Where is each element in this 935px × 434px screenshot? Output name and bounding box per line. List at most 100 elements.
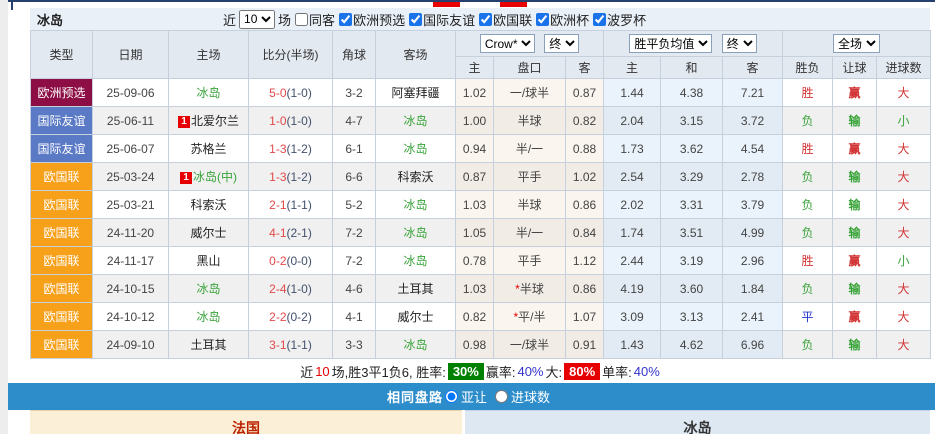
handicap-company-select[interactable]: Crow* [479, 34, 535, 53]
cell-handicap-line: 平手 [493, 162, 566, 191]
away-team-name[interactable]: 冰岛 [403, 254, 427, 268]
cell-score: 2-4(1-0) [248, 274, 333, 303]
cell-corners: 6-6 [332, 162, 376, 191]
away-team-name[interactable]: 冰岛 [403, 114, 427, 128]
filter-baltic-cup-checkbox[interactable] [593, 12, 607, 26]
cell-handicap-line: *半球 [493, 274, 566, 303]
away-team-name[interactable]: 冰岛 [403, 226, 427, 240]
filter-nations-league-checkbox[interactable] [479, 12, 493, 26]
match-scope-select[interactable]: 全场 [833, 34, 881, 53]
cell-home-team: 冰岛 [168, 78, 249, 107]
home-team-name[interactable]: 冰岛 [196, 282, 220, 296]
filter-europe-qualifiers[interactable]: 欧洲预选 [339, 10, 405, 29]
cell-result-goals: 大 [876, 78, 932, 107]
table-row: 欧洲预选 25-09-06 冰岛 5-0(1-0) 3-2 阿塞拜疆 1.02 … [30, 78, 932, 107]
filter-european-cup[interactable]: 欧洲杯 [536, 10, 589, 29]
home-team-name[interactable]: 威尔士 [190, 226, 226, 240]
match-history-page: 冰岛 近 10 场 同客欧洲预选国际友谊欧国联欧洲杯波罗杯 类型 日期 [0, 0, 935, 434]
score-fulltime: 2-2 [269, 309, 287, 324]
away-team-name[interactable]: 冰岛 [403, 338, 427, 352]
pattern-label-goals-count: 进球数 [511, 390, 551, 405]
pattern-option-asian-handicap[interactable]: 亚让 [444, 387, 487, 406]
pattern-option-goals-count[interactable]: 进球数 [495, 387, 550, 406]
cell-away-team: 冰岛 [375, 218, 456, 247]
away-team-name[interactable]: 冰岛 [403, 142, 427, 156]
score-fulltime: 0-2 [269, 253, 287, 268]
cell-handicap-away-odds: 0.82 [564, 106, 605, 135]
europe-odds-type-select[interactable]: 胜平负均值 [629, 34, 713, 53]
cell-handicap-away-odds: 0.84 [564, 218, 605, 247]
home-team-name[interactable]: 科索沃 [190, 198, 226, 212]
cell-result-wdl: 胜 [782, 134, 834, 163]
cell-europe-away-odds: 6.96 [722, 330, 784, 359]
handicap-line-text: 半/一 [515, 142, 544, 156]
pattern-tab-bar: 相同盘路 亚让 进球数 [8, 383, 935, 410]
cell-score: 2-2(0-2) [248, 302, 333, 331]
filter-international-friendly-checkbox[interactable] [409, 12, 423, 26]
away-team-name[interactable]: 威尔士 [397, 310, 433, 324]
table-row: 欧国联 24-10-12 冰岛 2-2(0-2) 4-1 威尔士 0.82 *平… [30, 302, 932, 331]
cell-date: 24-11-17 [92, 246, 169, 275]
pattern-bar-title: 相同盘路 [386, 390, 443, 405]
cell-europe-away-odds: 3.72 [722, 106, 784, 135]
subheader-europe-home: 主 [603, 56, 662, 79]
cell-handicap-away-odds: 1.02 [564, 162, 605, 191]
cell-handicap-away-odds: 0.87 [564, 78, 605, 107]
cell-date: 24-09-10 [92, 330, 169, 359]
cell-score: 2-1(1-1) [248, 190, 333, 219]
cell-handicap-line: *平/半 [493, 302, 566, 331]
cell-score: 1-3(1-2) [248, 134, 333, 163]
filter-same-away-checkbox[interactable] [295, 12, 309, 26]
away-team-name[interactable]: 阿塞拜疆 [391, 86, 439, 100]
table-row: 欧国联 24-11-20 威尔士 4-1(2-1) 7-2 冰岛 1.05 半/… [30, 218, 932, 247]
cell-europe-home-odds: 3.09 [603, 302, 662, 331]
filter-nations-league[interactable]: 欧国联 [479, 10, 532, 29]
filter-international-friendly[interactable]: 国际友谊 [409, 10, 475, 29]
header-date: 日期 [92, 30, 169, 79]
cell-handicap-line: 半/一 [493, 218, 566, 247]
away-team-name[interactable]: 科索沃 [397, 170, 433, 184]
big-rate-badge: 80% [564, 362, 601, 380]
away-team-name[interactable]: 土耳其 [397, 282, 433, 296]
home-team-name[interactable]: 土耳其 [190, 338, 226, 352]
home-team-name[interactable]: 冰岛(中) [193, 170, 237, 184]
cell-europe-home-odds: 1.43 [603, 330, 662, 359]
right-team-panel: 冰岛 [465, 410, 930, 434]
cell-date: 25-03-21 [92, 190, 169, 219]
away-team-name[interactable]: 冰岛 [403, 198, 427, 212]
filter-same-away[interactable]: 同客 [295, 10, 335, 29]
home-team-name[interactable]: 冰岛 [196, 310, 220, 324]
pattern-radio-asian-handicap[interactable] [444, 390, 458, 403]
home-team-name[interactable]: 黑山 [196, 254, 220, 268]
subheader-handicap-home: 主 [455, 56, 494, 79]
cell-result-goals: 小 [876, 246, 932, 275]
cell-date: 25-09-06 [92, 78, 169, 107]
cell-europe-home-odds: 1.73 [603, 134, 662, 163]
cell-home-team: 土耳其 [168, 330, 249, 359]
score-halftime: (1-0) [286, 113, 312, 128]
cell-away-team: 阿塞拜疆 [375, 78, 456, 107]
filter-baltic-cup[interactable]: 波罗杯 [593, 10, 646, 29]
handicap-stage-select[interactable]: 终 [544, 34, 580, 53]
home-team-name[interactable]: 北爱尔兰 [191, 114, 239, 128]
cell-europe-home-odds: 2.54 [603, 162, 662, 191]
score-fulltime: 3-1 [269, 337, 287, 352]
filter-europe-qualifiers-checkbox[interactable] [339, 12, 353, 26]
cell-europe-draw-odds: 4.38 [660, 78, 724, 107]
cell-europe-home-odds: 1.44 [603, 78, 662, 107]
cell-result-wdl: 负 [782, 106, 834, 135]
home-team-name[interactable]: 冰岛 [196, 86, 220, 100]
match-count-select[interactable]: 10 [239, 9, 276, 29]
home-team-name[interactable]: 苏格兰 [190, 142, 226, 156]
europe-stage-select[interactable]: 终 [721, 34, 757, 53]
filter-checkboxes: 同客 欧洲预选 国际友谊 欧国联 欧洲杯 波罗杯 [291, 10, 646, 29]
cell-corners: 6-1 [332, 134, 376, 163]
cell-handicap-away-odds: 0.88 [564, 134, 605, 163]
cell-europe-home-odds: 2.44 [603, 246, 662, 275]
cell-handicap-home-odds: 0.87 [455, 162, 494, 191]
cell-score: 1-3(1-2) [248, 162, 333, 191]
cell-corners: 3-3 [332, 330, 376, 359]
cell-handicap-line: 半球 [493, 106, 566, 135]
pattern-radio-goals-count[interactable] [495, 390, 508, 403]
filter-european-cup-checkbox[interactable] [536, 12, 550, 26]
